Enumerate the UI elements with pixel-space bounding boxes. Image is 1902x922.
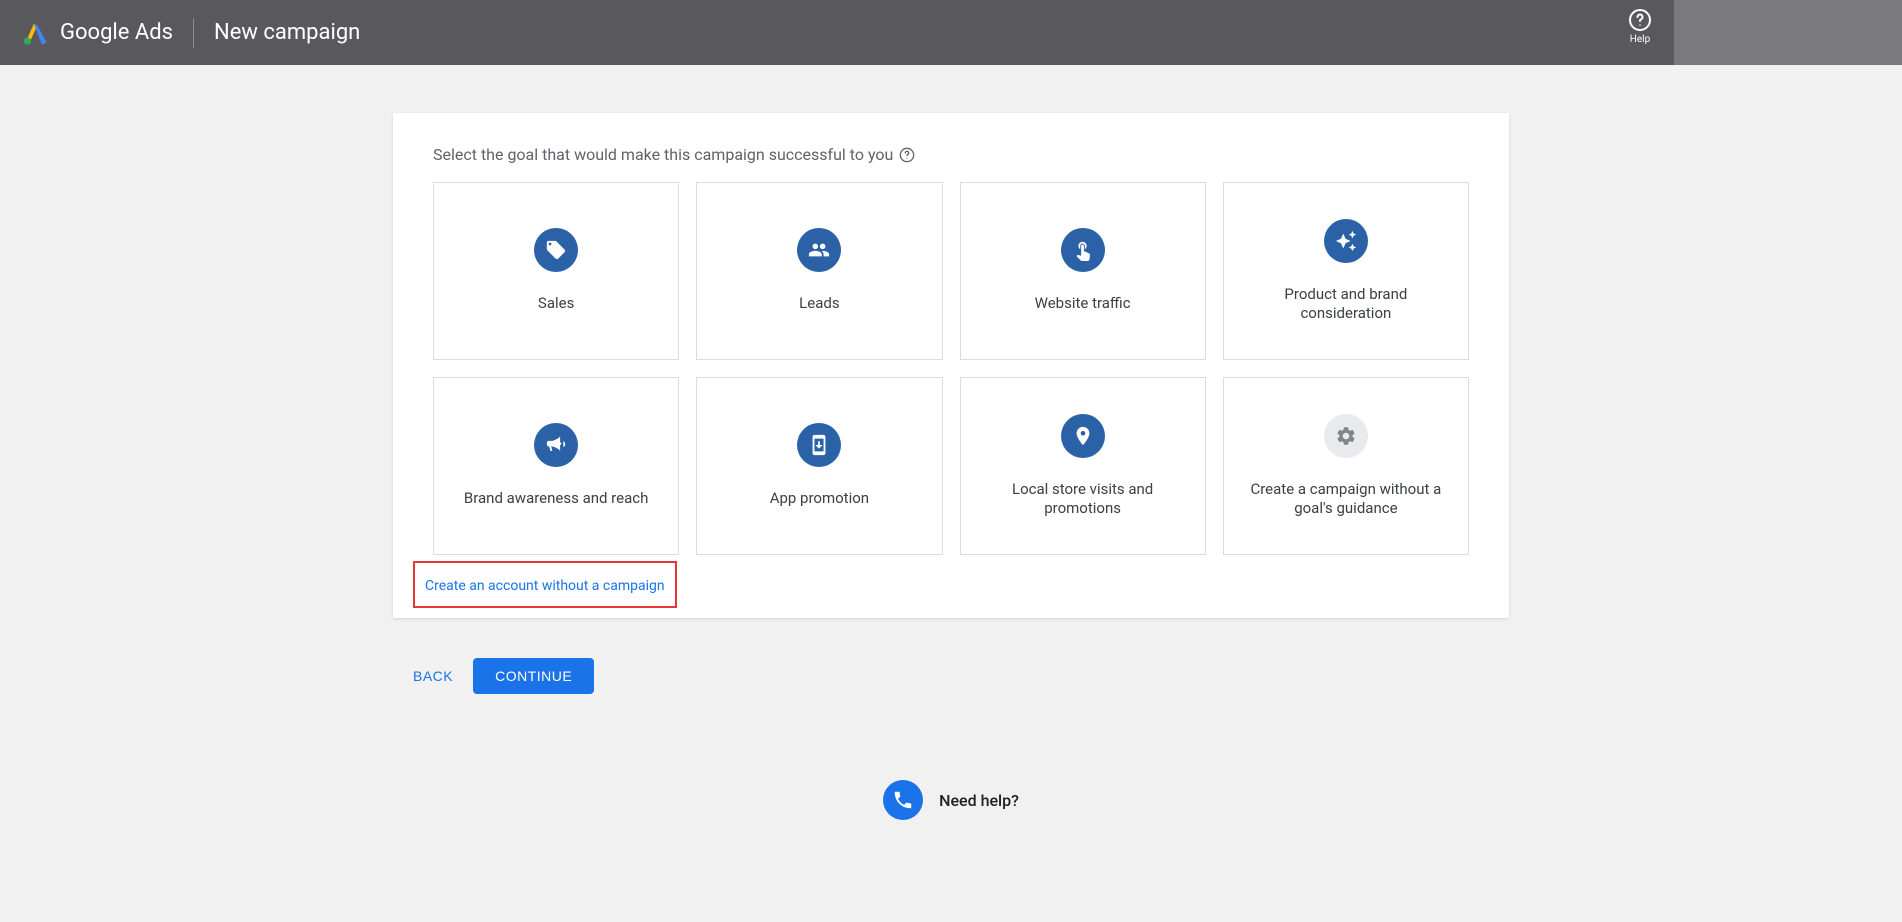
header-divider — [193, 18, 194, 48]
goal-local-store[interactable]: Local store visits and promotions — [960, 377, 1206, 555]
goal-label: Leads — [799, 294, 839, 314]
help-icon — [1628, 8, 1652, 32]
goal-product-brand-consideration[interactable]: Product and brand consideration — [1223, 182, 1469, 360]
tag-icon — [534, 228, 578, 272]
goal-label: Brand awareness and reach — [464, 489, 648, 509]
product-logo: Google Ads — [20, 19, 173, 47]
app-header: Google Ads New campaign Help — [0, 0, 1902, 65]
sparkle-icon — [1324, 219, 1368, 263]
goal-label: App promotion — [770, 489, 869, 509]
google-ads-logo-icon — [20, 19, 50, 47]
goal-sales[interactable]: Sales — [433, 182, 679, 360]
header-right-strip — [1674, 0, 1902, 65]
click-icon — [1061, 228, 1105, 272]
goal-label: Local store visits and promotions — [981, 480, 1185, 519]
goal-leads[interactable]: Leads — [696, 182, 942, 360]
info-icon[interactable] — [899, 147, 915, 163]
help-label: Help — [1630, 34, 1650, 45]
phone-icon — [797, 423, 841, 467]
goal-brand-awareness[interactable]: Brand awareness and reach — [433, 377, 679, 555]
skip-link-highlight: Create an account without a campaign — [413, 561, 677, 608]
help-button[interactable]: Help — [1628, 8, 1652, 45]
gear-icon — [1324, 414, 1368, 458]
product-name: Google Ads — [60, 20, 173, 45]
goal-label: Product and brand consideration — [1244, 285, 1448, 324]
prompt-text: Select the goal that would make this cam… — [433, 145, 893, 164]
goal-no-guidance[interactable]: Create a campaign without a goal's guida… — [1223, 377, 1469, 555]
goal-label: Sales — [538, 294, 574, 314]
goal-label: Create a campaign without a goal's guida… — [1244, 480, 1448, 519]
people-icon — [797, 228, 841, 272]
footer-buttons: BACK CONTINUE — [393, 618, 1509, 694]
pin-icon — [1061, 414, 1105, 458]
goal-label: Website traffic — [1035, 294, 1131, 314]
goal-selection-card: Select the goal that would make this cam… — [393, 113, 1509, 618]
need-help-text: Need help? — [939, 791, 1019, 810]
continue-button[interactable]: CONTINUE — [473, 658, 594, 694]
prompt-row: Select the goal that would make this cam… — [433, 145, 1469, 164]
goals-grid: Sales Leads Website traffic Product and … — [433, 182, 1469, 555]
page-title: New campaign — [214, 20, 360, 45]
goal-app-promotion[interactable]: App promotion — [696, 377, 942, 555]
goal-website-traffic[interactable]: Website traffic — [960, 182, 1206, 360]
need-help-section: Need help? — [393, 780, 1509, 820]
content-area: Select the goal that would make this cam… — [0, 65, 1902, 868]
back-button[interactable]: BACK — [413, 668, 453, 684]
phone-support-icon — [883, 780, 923, 820]
create-account-without-campaign-link[interactable]: Create an account without a campaign — [425, 578, 665, 594]
megaphone-icon — [534, 423, 578, 467]
